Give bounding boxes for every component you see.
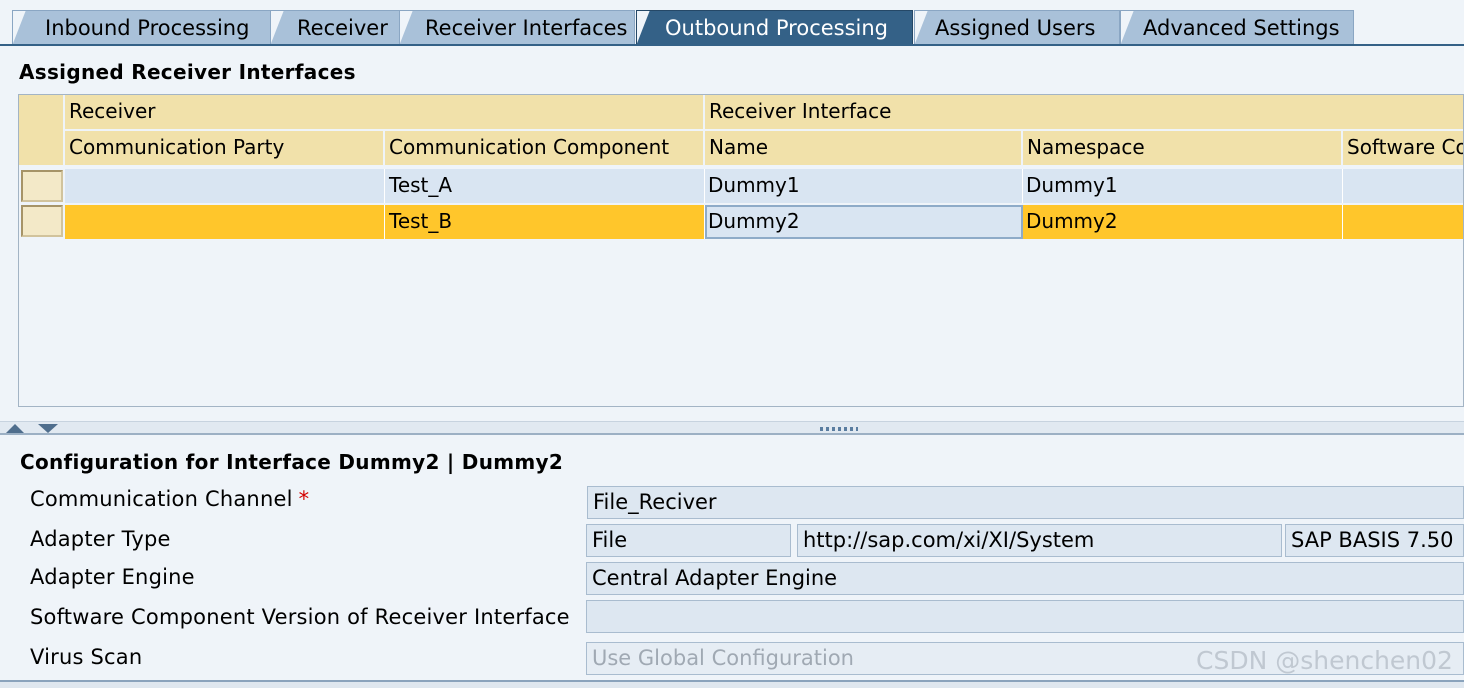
cell-software-component[interactable] [1343,169,1463,203]
column-header-communication-component[interactable]: Communication Component [385,131,705,167]
assigned-interfaces-table: Receiver Receiver Interface Communicatio… [18,94,1464,407]
communication-channel-label: Communication Channel * [30,487,310,511]
tab-inbound-processing[interactable]: Inbound Processing [12,10,272,45]
tab-receiver[interactable]: Receiver [270,10,400,45]
software-component-version-label: Software Component Version of Receiver I… [30,605,570,629]
section-title: Assigned Receiver Interfaces [19,60,356,84]
tab-label: Advanced Settings [1143,16,1340,40]
expand-down-icon[interactable] [38,424,58,433]
select-all-corner[interactable] [19,95,65,167]
tab-strip: Inbound Processing Receiver Receiver Int… [0,0,1464,46]
group-header-receiver: Receiver [65,95,705,131]
adapter-type-field: File [586,524,791,557]
tab-label: Outbound Processing [665,16,889,40]
bottom-bar [0,680,1464,688]
cell-namespace[interactable]: Dummy1 [1023,169,1343,203]
row-selector[interactable] [21,170,63,202]
row-selector[interactable] [21,205,63,237]
adapter-software-component-field: SAP BASIS 7.50 [1285,524,1464,557]
cell-software-component[interactable] [1343,205,1463,239]
tab-label: Receiver [297,16,388,40]
adapter-engine-select[interactable]: Central Adapter Engine [586,562,1464,595]
collapse-up-icon[interactable] [6,424,24,433]
tab-outbound-processing[interactable]: Outbound Processing [636,10,913,45]
column-header-namespace[interactable]: Namespace [1023,131,1343,167]
communication-channel-input[interactable]: File_Reciver [587,486,1464,519]
software-component-version-input[interactable] [586,600,1464,633]
tab-label: Receiver Interfaces [425,16,628,40]
tab-strip-divider [0,44,1464,46]
config-title: Configuration for Interface Dummy2 | Dum… [20,450,564,474]
column-header-software-component[interactable]: Software Co [1343,131,1463,167]
cell-interface-name-focused[interactable]: Dummy2 [705,205,1023,239]
cell-communication-component[interactable]: Test_B [385,205,705,239]
cell-interface-name[interactable]: Dummy1 [705,169,1023,203]
cell-namespace[interactable]: Dummy2 [1023,205,1343,239]
column-header-communication-party[interactable]: Communication Party [65,131,385,167]
tab-label: Inbound Processing [45,16,250,40]
splitter-grip-icon[interactable] [820,427,858,431]
column-header-name[interactable]: Name [705,131,1023,167]
virus-scan-label: Virus Scan [30,645,143,669]
tab-receiver-interfaces[interactable]: Receiver Interfaces [399,10,635,45]
adapter-engine-label: Adapter Engine [30,565,195,589]
adapter-type-label: Adapter Type [30,527,171,551]
cell-communication-party[interactable] [65,169,385,203]
cell-communication-party[interactable] [65,205,385,239]
tab-assigned-users[interactable]: Assigned Users [914,10,1120,45]
tab-advanced-settings[interactable]: Advanced Settings [1120,10,1354,45]
group-header-receiver-interface: Receiver Interface [705,95,1463,131]
panel-splitter[interactable] [0,421,1464,435]
required-marker: * [298,487,310,511]
tab-label: Assigned Users [935,16,1096,40]
adapter-namespace-field: http://sap.com/xi/XI/System [797,524,1282,557]
cell-communication-component[interactable]: Test_A [385,169,705,203]
watermark: CSDN @shenchen02 [1196,646,1453,675]
